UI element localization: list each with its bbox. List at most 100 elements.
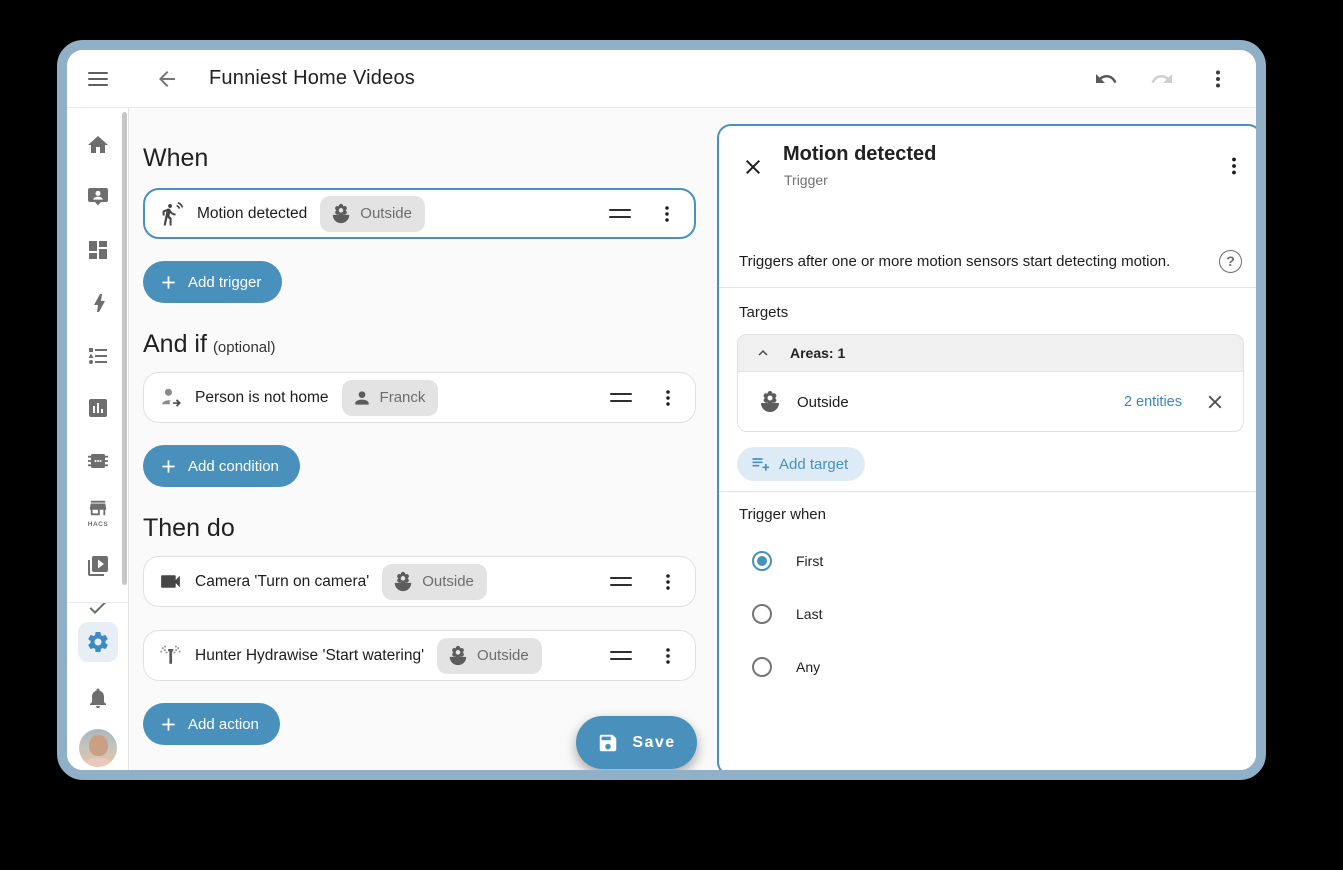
sidebar-menu-button[interactable] (67, 68, 129, 90)
sidebar-item-hacs[interactable]: HACS (80, 499, 116, 528)
checklist-icon (86, 603, 110, 619)
sidebar-item-media[interactable] (86, 554, 110, 578)
sidebar-item-overview[interactable] (86, 133, 110, 157)
areas-group: Areas: 1 Outside 2 entities (737, 334, 1244, 432)
row-overflow-button[interactable] (657, 571, 679, 593)
sidebar-item-energy[interactable] (86, 291, 110, 315)
drag-handle[interactable] (610, 646, 632, 665)
condition-label: Person is not home (195, 389, 329, 407)
sidebar-item-devices[interactable] (86, 449, 110, 473)
sidebar-scrollbar[interactable] (122, 112, 127, 585)
overflow-menu-icon (1206, 67, 1230, 91)
trigger-row-motion-detected[interactable]: Motion detected Outside (143, 188, 696, 239)
action-chip-label: Outside (477, 647, 529, 664)
sidebar-item-person-card[interactable] (86, 185, 110, 209)
add-target-button[interactable]: Add target (737, 447, 865, 481)
panel-divider (719, 287, 1260, 288)
condition-chip-label: Franck (380, 389, 426, 406)
plus-icon (158, 272, 179, 293)
redo-button[interactable] (1150, 67, 1174, 91)
area-flower-icon (330, 203, 352, 225)
action-label: Hunter Hydrawise 'Start watering' (195, 647, 424, 665)
row-overflow-button[interactable] (657, 645, 679, 667)
overflow-menu-icon (1222, 154, 1246, 178)
entities-link[interactable]: 2 entities (1124, 394, 1182, 410)
back-button[interactable] (155, 67, 179, 91)
person-card-icon (86, 185, 110, 209)
drag-handle[interactable] (610, 388, 632, 407)
trigger-chip-label: Outside (360, 205, 412, 222)
trigger-detail-panel: Motion detected Trigger Triggers after o… (717, 124, 1262, 776)
notifications-bell-icon (86, 686, 110, 710)
action-row-camera[interactable]: Camera 'Turn on camera' Outside (143, 556, 696, 607)
redo-icon (1150, 67, 1174, 91)
row-overflow-button[interactable] (657, 387, 679, 409)
plus-icon (158, 456, 179, 477)
menu-icon (88, 68, 108, 90)
undo-button[interactable] (1094, 67, 1118, 91)
media-icon (86, 554, 110, 578)
drag-handle[interactable] (609, 204, 631, 223)
radio-option-any[interactable]: Any (752, 657, 820, 677)
add-trigger-button[interactable]: Add trigger (143, 261, 282, 303)
sidebar-item-todo[interactable] (86, 344, 110, 368)
area-flower-icon (447, 645, 469, 667)
dashboard-icon (86, 238, 110, 262)
then-do-heading: Then do (143, 514, 696, 543)
panel-divider (719, 491, 1260, 492)
help-icon[interactable]: ? (1219, 250, 1242, 273)
automation-editor-column: When Motion detected (143, 108, 696, 745)
row-overflow-button[interactable] (656, 203, 678, 225)
back-icon (155, 67, 179, 91)
sidebar: HACS (67, 108, 129, 780)
save-floppy-icon (597, 732, 619, 754)
sidebar-item-notifications[interactable] (86, 686, 110, 710)
appbar-overflow-button[interactable] (1206, 67, 1230, 91)
settings-gear-icon (86, 630, 110, 654)
close-icon (741, 155, 765, 179)
targets-label: Targets (739, 304, 788, 321)
action-chip-label: Outside (422, 573, 474, 590)
remove-target-icon (1204, 391, 1226, 413)
app-window: Funniest Home Videos (57, 40, 1266, 780)
remove-target-button[interactable] (1204, 391, 1226, 413)
action-label: Camera 'Turn on camera' (195, 573, 369, 591)
camera-icon (158, 569, 183, 594)
add-action-button[interactable]: Add action (143, 703, 280, 745)
optional-label: (optional) (213, 339, 276, 356)
area-name: Outside (797, 394, 849, 411)
area-target-row: Outside 2 entities (738, 372, 1243, 432)
trigger-area-chip[interactable]: Outside (320, 196, 425, 232)
add-condition-button[interactable]: Add condition (143, 445, 300, 487)
panel-title: Motion detected (783, 143, 936, 166)
panel-close-button[interactable] (741, 155, 765, 179)
when-heading: When (143, 144, 696, 173)
person-icon (352, 388, 372, 408)
action-area-chip[interactable]: Outside (437, 638, 542, 674)
radio-option-last[interactable]: Last (752, 604, 822, 624)
undo-icon (1094, 67, 1118, 91)
chevron-up-icon (754, 344, 772, 362)
user-avatar[interactable] (79, 729, 117, 767)
sidebar-item-checklist[interactable] (86, 603, 110, 620)
areas-expander[interactable]: Areas: 1 (738, 335, 1243, 372)
sidebar-item-dashboards[interactable] (86, 238, 110, 262)
todo-list-icon (86, 344, 110, 368)
drag-handle[interactable] (610, 572, 632, 591)
area-flower-icon (758, 390, 782, 414)
sprinkler-icon (158, 643, 183, 668)
panel-overflow-button[interactable] (1222, 154, 1246, 178)
sidebar-item-settings[interactable] (78, 622, 118, 662)
action-row-sprinkler[interactable]: Hunter Hydrawise 'Start watering' Outsid… (143, 630, 696, 681)
areas-header-label: Areas: 1 (790, 345, 845, 361)
condition-row-person-not-home[interactable]: Person is not home Franck (143, 372, 696, 423)
condition-person-chip[interactable]: Franck (342, 380, 439, 416)
save-button[interactable]: Save (576, 716, 697, 769)
trigger-when-label: Trigger when (739, 506, 826, 523)
action-area-chip[interactable]: Outside (382, 564, 487, 600)
radio-option-first[interactable]: First (752, 551, 823, 571)
panel-subtitle: Trigger (784, 172, 828, 188)
page-title: Funniest Home Videos (209, 67, 415, 90)
sidebar-item-history[interactable] (86, 396, 110, 420)
plus-icon (158, 714, 179, 735)
